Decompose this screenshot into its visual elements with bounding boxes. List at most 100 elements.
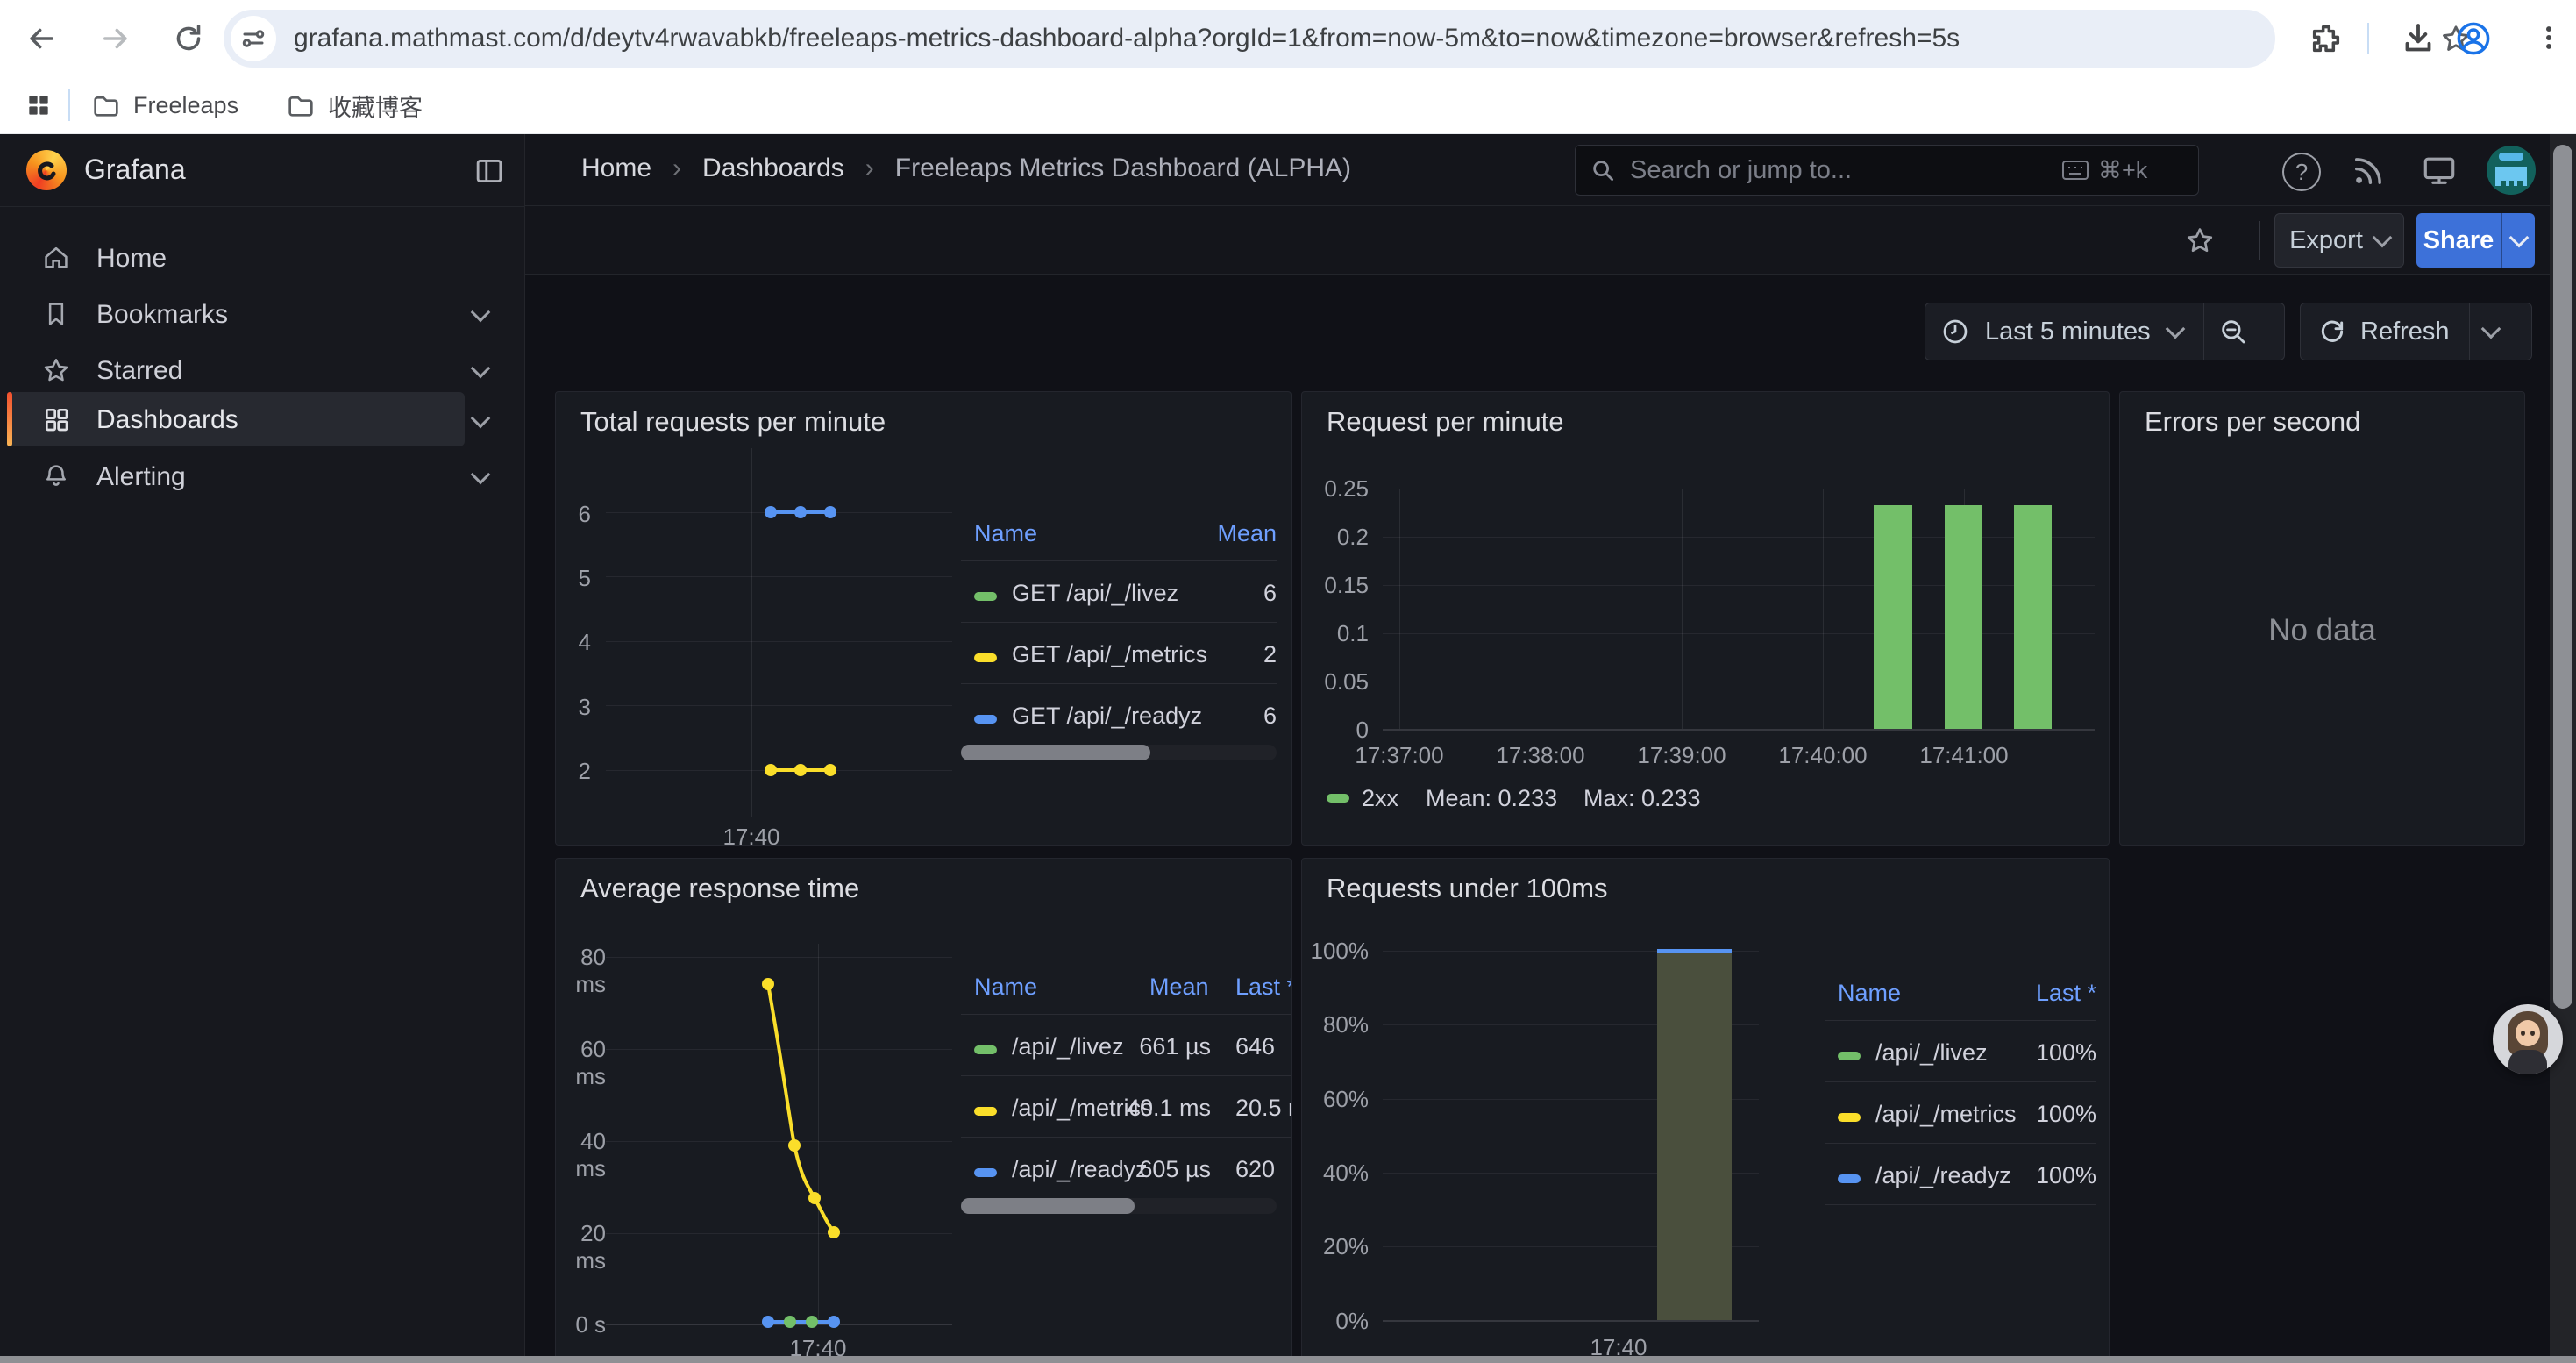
chevron-down-icon <box>2508 228 2529 248</box>
omnibox[interactable] <box>224 10 2275 68</box>
panel-request-per-minute[interactable]: Request per minute 0.25 0.2 0.15 0.1 0.0… <box>1301 391 2110 846</box>
back-icon[interactable] <box>25 22 58 55</box>
legend-series-mean: 661 µs <box>1119 1033 1211 1060</box>
series-color-pill <box>974 715 997 724</box>
plot-area[interactable] <box>1383 948 1759 1321</box>
sidebar-item-home[interactable]: Home <box>7 233 465 282</box>
sidebar-item-bookmarks[interactable]: Bookmarks <box>7 289 465 339</box>
panel-title[interactable]: Total requests per minute <box>580 406 886 438</box>
horizontal-scrollbar[interactable] <box>0 1356 2576 1363</box>
star-icon <box>42 356 70 384</box>
plot-area[interactable] <box>1383 479 2095 730</box>
legend-series-name[interactable]: GET /api/_/readyz <box>1012 703 1202 730</box>
legend-series-name[interactable]: 2xx <box>1362 785 1398 812</box>
data-point <box>808 1192 821 1204</box>
legend-series-mean: 2 <box>1263 641 1277 668</box>
url-input[interactable] <box>294 24 2205 54</box>
legend-scrollbar[interactable] <box>961 745 1277 760</box>
sidebar-item-dashboards[interactable]: Dashboards <box>7 392 465 446</box>
legend-header-name[interactable]: Name <box>974 974 1037 1001</box>
time-range-picker[interactable]: Last 5 minutes <box>1925 303 2285 360</box>
forward-icon[interactable] <box>99 22 132 55</box>
extensions-icon[interactable] <box>2309 21 2344 56</box>
reload-icon[interactable] <box>172 22 205 55</box>
chevron-down-icon[interactable] <box>471 359 491 379</box>
panel-total-requests[interactable]: Total requests per minute 6 5 4 3 2 <box>555 391 1292 846</box>
panel-errors-per-second[interactable]: Errors per second No data <box>2119 391 2525 846</box>
bookmark-folder-blogs[interactable]: 收藏博客 <box>286 88 423 123</box>
panel-title[interactable]: Requests under 100ms <box>1327 873 1608 904</box>
chevron-down-icon[interactable] <box>471 465 491 485</box>
user-avatar[interactable] <box>2487 146 2536 195</box>
panel-title[interactable]: Request per minute <box>1327 406 1564 438</box>
legend-header-name[interactable]: Name <box>974 520 1037 547</box>
legend-mean: Mean: 0.233 <box>1426 785 1557 812</box>
site-settings-icon[interactable] <box>240 25 267 52</box>
data-point <box>765 764 777 776</box>
legend-series-name[interactable]: /api/_/metrics <box>1875 1101 2017 1128</box>
sidebar-item-alerting[interactable]: Alerting <box>7 452 465 501</box>
chevron-down-icon[interactable] <box>471 303 491 323</box>
share-button[interactable]: Share <box>2416 213 2501 268</box>
sidebar-header: Grafana <box>0 134 525 207</box>
legend-scrollbar-thumb[interactable] <box>961 1198 1135 1214</box>
y-tick: 3 <box>556 694 591 721</box>
grafana-logo[interactable] <box>26 150 67 190</box>
y-tick: 0% <box>1302 1308 1369 1335</box>
download-icon[interactable] <box>2401 21 2436 56</box>
search-box[interactable]: ⌘+k <box>1575 145 2199 196</box>
chevron-down-icon[interactable] <box>471 409 491 429</box>
breadcrumb-dashboards[interactable]: Dashboards <box>702 153 844 183</box>
panel-requests-under-100ms[interactable]: Requests under 100ms 100% 80% 60% 40% 20… <box>1301 858 2110 1356</box>
plot-area[interactable] <box>606 944 952 1324</box>
share-menu-button[interactable] <box>2501 213 2535 268</box>
export-button[interactable]: Export <box>2274 213 2404 268</box>
time-divider <box>2203 303 2204 360</box>
breadcrumb-home[interactable]: Home <box>581 153 651 183</box>
legend-scrollbar-thumb[interactable] <box>961 745 1150 760</box>
panel-title[interactable]: Average response time <box>580 873 859 904</box>
page-scrollbar-thumb[interactable] <box>2553 145 2572 1009</box>
legend-header-mean[interactable]: Mean <box>1217 520 1277 547</box>
kebab-menu-icon[interactable] <box>2534 23 2564 53</box>
keyboard-icon <box>2061 158 2089 182</box>
data-point <box>788 1139 801 1152</box>
legend-series-name[interactable]: /api/_/livez <box>1875 1039 1988 1067</box>
y-tick: 5 <box>556 565 591 592</box>
sidebar-item-starred[interactable]: Starred <box>7 346 465 395</box>
search-input[interactable] <box>1628 155 1947 186</box>
apps-grid-icon[interactable] <box>25 91 53 119</box>
divider <box>961 1137 1291 1138</box>
assistant-avatar-overlay[interactable] <box>2493 1004 2563 1074</box>
help-icon[interactable]: ? <box>2282 153 2321 191</box>
panel-avg-response-time[interactable]: Average response time 80 ms 60 ms 40 ms … <box>555 858 1292 1356</box>
page-scrollbar[interactable] <box>2550 134 2576 1356</box>
bar-2xx[interactable] <box>1945 505 1982 729</box>
bar-2xx[interactable] <box>1874 505 1912 729</box>
legend-series-name[interactable]: GET /api/_/livez <box>1012 580 1178 607</box>
sidebar-collapse-icon[interactable] <box>473 155 505 187</box>
favorite-star-icon[interactable] <box>2185 225 2215 255</box>
y-tick: 80 ms <box>556 944 606 998</box>
legend-series-mean: 40.1 ms <box>1119 1095 1211 1122</box>
bookmark-folder-freeleaps[interactable]: Freeleaps <box>91 88 238 123</box>
zoom-out-icon[interactable] <box>2218 317 2248 346</box>
legend-series-name[interactable]: /api/_/readyz <box>1875 1162 2011 1189</box>
plot-area[interactable] <box>606 448 952 817</box>
news-rss-icon[interactable] <box>2352 153 2387 188</box>
legend-header-mean[interactable]: Mean <box>1149 974 1209 1001</box>
legend-header-last[interactable]: Last * <box>2036 980 2096 1007</box>
profile-icon[interactable] <box>2455 20 2492 57</box>
legend-series-name[interactable]: /api/_/livez <box>1012 1033 1124 1060</box>
panel-title[interactable]: Errors per second <box>2145 406 2360 438</box>
legend-scrollbar[interactable] <box>961 1198 1277 1214</box>
monitor-icon[interactable] <box>2422 153 2457 188</box>
legend-header-last[interactable]: Last * <box>1235 974 1291 1001</box>
legend-header-name[interactable]: Name <box>1838 980 1901 1007</box>
area-bar-100pct[interactable] <box>1657 951 1732 1320</box>
legend-series-mean: 6 <box>1263 580 1277 607</box>
refresh-button[interactable]: Refresh <box>2300 303 2532 360</box>
legend-series-name[interactable]: GET /api/_/metrics <box>1012 641 1207 668</box>
bar-2xx[interactable] <box>2014 505 2052 729</box>
y-tick: 0 <box>1302 717 1369 744</box>
